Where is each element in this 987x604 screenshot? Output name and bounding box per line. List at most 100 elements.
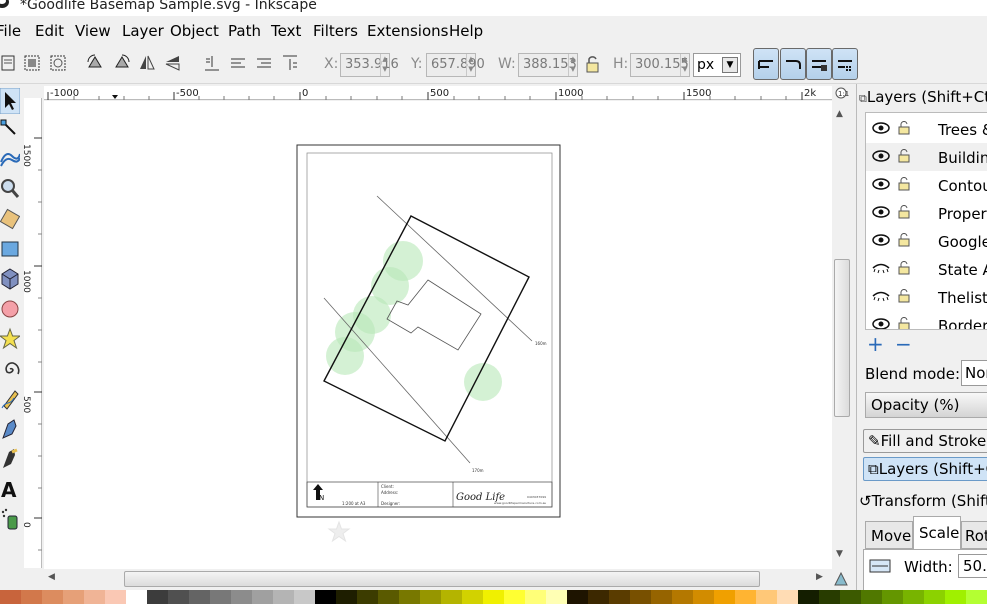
- unlocked-icon[interactable]: [898, 233, 910, 247]
- menu-object[interactable]: Object: [170, 22, 219, 40]
- palette-swatch[interactable]: [567, 590, 589, 604]
- palette-swatch[interactable]: [693, 590, 715, 604]
- pencil-tool-icon[interactable]: [0, 386, 20, 412]
- blend-mode-select[interactable]: Normal: [961, 360, 987, 386]
- palette-swatch[interactable]: [147, 590, 169, 604]
- h-spin-arrows[interactable]: ▲ ▼: [680, 54, 689, 76]
- palette-swatch[interactable]: [945, 590, 967, 604]
- palette-swatch[interactable]: [966, 590, 987, 604]
- scroll-up-icon[interactable]: ▲: [836, 109, 843, 119]
- visible-eye-icon[interactable]: [872, 150, 890, 162]
- palette-swatch[interactable]: [336, 590, 358, 604]
- menu-view[interactable]: View: [75, 22, 111, 40]
- palette-swatch[interactable]: [357, 590, 379, 604]
- menu-extensions[interactable]: Extensions: [367, 22, 448, 40]
- add-layer-icon[interactable]: +: [867, 334, 884, 354]
- tree-circle[interactable]: [464, 363, 502, 401]
- layer-name[interactable]: Trees & ...: [938, 121, 987, 139]
- transform-gradient-button[interactable]: [806, 48, 832, 80]
- palette-swatch[interactable]: [462, 590, 484, 604]
- node-tool-icon[interactable]: [0, 116, 20, 142]
- layer-row-selected[interactable]: Buildings: [866, 143, 987, 171]
- layer-name[interactable]: Thelist T...: [938, 289, 987, 307]
- transform-pattern-button[interactable]: [832, 48, 858, 80]
- menu-path[interactable]: Path: [228, 22, 261, 40]
- tab-scale[interactable]: Scale: [913, 516, 961, 549]
- unlocked-icon[interactable]: [898, 177, 910, 191]
- menu-filters[interactable]: Filters: [313, 22, 358, 40]
- unlocked-icon[interactable]: [898, 149, 910, 163]
- h-field[interactable]: 300.155 ▲ ▼: [630, 53, 690, 77]
- palette-swatch[interactable]: [273, 590, 295, 604]
- color-palette[interactable]: [0, 590, 987, 604]
- y-spin-arrows[interactable]: ▲ ▼: [466, 54, 475, 76]
- spray-tool-icon[interactable]: [0, 506, 20, 532]
- vertical-scroll-thumb[interactable]: [834, 259, 850, 417]
- menu-help[interactable]: Help: [449, 22, 483, 40]
- palette-swatch[interactable]: [546, 590, 568, 604]
- measure-tool-icon[interactable]: [0, 206, 20, 232]
- transform-corners-button[interactable]: [780, 48, 806, 80]
- layer-name[interactable]: State Ar...: [938, 261, 987, 279]
- raise-to-top-icon[interactable]: [202, 53, 222, 73]
- layer-row[interactable]: Property: [866, 199, 987, 227]
- palette-swatch[interactable]: [189, 590, 211, 604]
- remove-layer-icon[interactable]: −: [895, 334, 912, 354]
- palette-swatch[interactable]: [903, 590, 925, 604]
- unlocked-icon[interactable]: [898, 317, 910, 330]
- visible-eye-icon[interactable]: [872, 318, 890, 330]
- ellipse-tool-icon[interactable]: [0, 296, 20, 322]
- menu-file[interactable]: File: [0, 22, 21, 40]
- palette-swatch[interactable]: [840, 590, 862, 604]
- w-spin-arrows[interactable]: ▲ ▼: [568, 54, 577, 76]
- unit-select[interactable]: px ▼: [693, 53, 741, 77]
- hidden-eye-icon[interactable]: [872, 262, 890, 274]
- x-field[interactable]: 353.916 ▲ ▼: [340, 53, 399, 77]
- palette-swatch[interactable]: [42, 590, 64, 604]
- deselect-icon[interactable]: [48, 53, 68, 73]
- layer-row[interactable]: Trees & ...: [866, 115, 987, 143]
- palette-swatch[interactable]: [588, 590, 610, 604]
- selector-tool-icon[interactable]: [0, 88, 20, 114]
- select-all-icon[interactable]: [0, 53, 20, 73]
- star-shape[interactable]: [327, 520, 351, 543]
- palette-swatch[interactable]: [651, 590, 673, 604]
- palette-swatch[interactable]: [714, 590, 736, 604]
- palette-swatch[interactable]: [756, 590, 778, 604]
- scroll-left-icon[interactable]: ◀: [48, 572, 55, 582]
- width-input[interactable]: 50.000: [958, 554, 987, 578]
- layer-name[interactable]: Borders: [938, 317, 987, 329]
- tree-circle[interactable]: [326, 337, 364, 375]
- palette-swatch[interactable]: [504, 590, 526, 604]
- rotate-cw-icon[interactable]: [112, 53, 132, 73]
- spiral-tool-icon[interactable]: [0, 356, 20, 382]
- palette-swatch[interactable]: [399, 590, 421, 604]
- calligraphy-tool-icon[interactable]: [0, 446, 20, 472]
- layer-name[interactable]: Buildings: [938, 149, 987, 167]
- y-field[interactable]: 657.890 ▲ ▼: [426, 53, 485, 77]
- unlocked-icon[interactable]: [898, 261, 910, 275]
- palette-swatch[interactable]: [252, 590, 274, 604]
- drawing-canvas[interactable]: 160m 170m N 1:200 at A3 Client: Address:…: [44, 101, 832, 569]
- drawing-svg[interactable]: 160m 170m N 1:200 at A3 Client: Address:…: [44, 101, 832, 569]
- pen-tool-icon[interactable]: [0, 416, 20, 442]
- rotate-ccw-icon[interactable]: [85, 53, 105, 73]
- palette-swatch[interactable]: [294, 590, 316, 604]
- palette-swatch[interactable]: [861, 590, 883, 604]
- palette-swatch[interactable]: [126, 590, 148, 604]
- menu-layer[interactable]: Layer: [122, 22, 164, 40]
- layer-row[interactable]: Borders: [866, 311, 987, 330]
- layer-row[interactable]: Google: [866, 227, 987, 255]
- chevron-down-icon[interactable]: ▼: [722, 57, 738, 73]
- scroll-right-icon[interactable]: ▶: [816, 572, 823, 582]
- visible-eye-icon[interactable]: [872, 122, 890, 134]
- tab-move[interactable]: Move: [865, 521, 913, 549]
- layer-name[interactable]: Contours: [938, 177, 987, 195]
- palette-swatch[interactable]: [882, 590, 904, 604]
- palette-swatch[interactable]: [798, 590, 820, 604]
- palette-swatch[interactable]: [735, 590, 757, 604]
- raise-icon[interactable]: [228, 53, 248, 73]
- menu-text[interactable]: Text: [271, 22, 301, 40]
- palette-swatch[interactable]: [525, 590, 547, 604]
- layer-name[interactable]: Property: [938, 205, 987, 223]
